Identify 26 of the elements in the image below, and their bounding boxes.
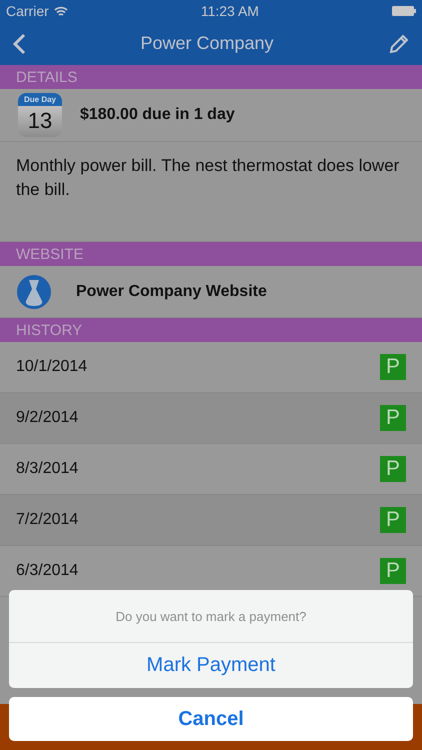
pencil-icon[interactable] [388, 32, 410, 54]
paid-badge: P [380, 354, 406, 380]
section-header: HISTORY [0, 318, 422, 342]
website-link[interactable]: Power Company Website [76, 282, 267, 300]
carrier-label: Carrier [6, 3, 49, 19]
payment-date: 6/3/2014 [16, 562, 80, 580]
cancel-button[interactable]: Cancel [9, 697, 413, 741]
section-header: WEBSITE [0, 242, 422, 266]
screen-title: Power Company [140, 33, 274, 54]
paid-badge: P [380, 405, 406, 431]
paid-badge: P [380, 558, 406, 584]
time-label: 11:23 AM [200, 3, 259, 19]
calendar-icon: Due Day 13 [18, 93, 62, 137]
payment-date: 10/1/2014 [16, 358, 88, 376]
amount-due: $180.00 due in 1 day [80, 106, 235, 124]
wifi-icon [54, 6, 68, 16]
sheet-message: Do you want to mark a payment? [9, 590, 413, 643]
section-header: DETAILS [0, 65, 422, 89]
mark-payment-button[interactable]: Mark Payment [9, 643, 413, 688]
paid-badge: P [380, 456, 406, 482]
payment-date: 7/2/2014 [16, 511, 80, 529]
payment-date: 9/2/2014 [16, 409, 80, 427]
back-icon[interactable] [12, 32, 26, 54]
payment-date: 8/3/2014 [16, 460, 80, 478]
paid-badge: P [380, 507, 406, 533]
battery-icon [392, 6, 416, 16]
